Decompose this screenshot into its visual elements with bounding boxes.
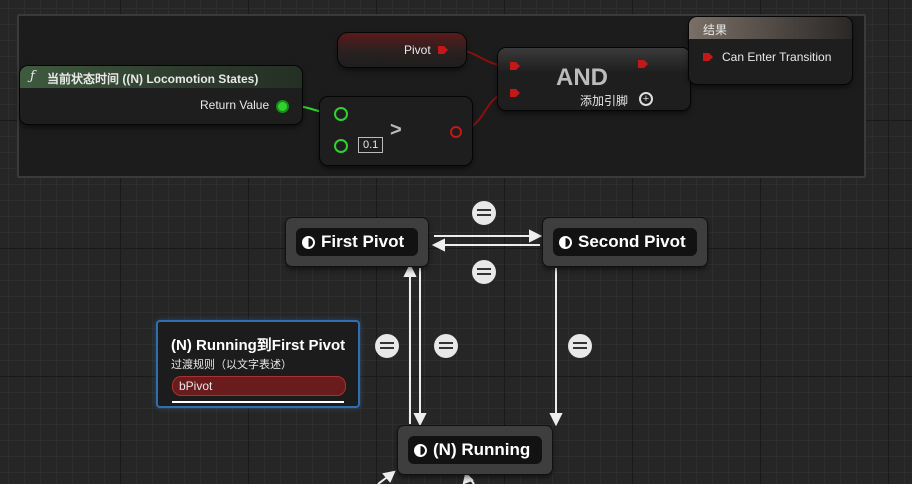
tooltip-title: (N) Running到First Pivot [171, 337, 346, 354]
state-running[interactable]: (N) Running [398, 426, 552, 474]
compare-input-b-pin[interactable] [334, 139, 348, 153]
greater-than-node[interactable]: 0.1 > [320, 97, 472, 165]
bpivot-label: bPivot [179, 379, 213, 393]
result-title: 结果 [703, 23, 728, 37]
tooltip-subtitle: 过渡规则（以文字表述） [171, 359, 292, 371]
state-running-label: (N) Running [433, 440, 531, 459]
transition-tooltip: (N) Running到First Pivot 过渡规则（以文字表述） bPiv… [156, 320, 360, 408]
and-output-pin[interactable] [638, 60, 648, 68]
compare-output-pin[interactable] [450, 126, 462, 138]
pivot-variable-node[interactable]: Pivot [338, 33, 466, 67]
and-node[interactable]: AND 添加引脚 + [498, 48, 690, 110]
and-title: AND [556, 64, 608, 91]
and-input-a-pin[interactable] [510, 62, 520, 70]
transition-rule-icon[interactable] [568, 334, 592, 358]
state-time-function-node[interactable]: ƒ 当前状态时间 ((N) Locomotion States) Return … [20, 66, 302, 124]
pivot-label: Pivot [404, 43, 431, 57]
bpivot-variable-node[interactable]: bPivot [172, 376, 346, 396]
compare-input-b-value[interactable]: 0.1 [358, 137, 384, 153]
can-enter-transition-label: Can Enter Transition [722, 50, 832, 64]
transition-rule-icon[interactable] [472, 201, 496, 225]
add-pin-label[interactable]: 添加引脚 [580, 92, 628, 109]
state-icon [302, 235, 315, 249]
compare-input-a-pin[interactable] [334, 107, 348, 121]
state-second-pivot-label: Second Pivot [578, 232, 686, 251]
and-input-b-pin[interactable] [510, 89, 520, 97]
compare-operator: > [390, 119, 402, 141]
tooltip-underline [172, 401, 344, 403]
state-second-pivot[interactable]: Second Pivot [543, 218, 707, 266]
state-icon [414, 443, 427, 457]
return-value-label: Return Value [200, 98, 270, 112]
plus-icon[interactable]: + [639, 92, 653, 106]
result-node[interactable]: 结果 Can Enter Transition [689, 17, 852, 84]
transition-rule-icon[interactable] [472, 260, 496, 284]
state-first-pivot-label: First Pivot [321, 232, 405, 251]
state-first-pivot[interactable]: First Pivot [286, 218, 428, 266]
state-icon [559, 235, 572, 249]
function-icon: ƒ [30, 69, 35, 84]
transition-rule-icon[interactable] [434, 334, 458, 358]
can-enter-transition-pin[interactable] [703, 53, 713, 61]
function-node-title: 当前状态时间 ((N) Locomotion States) [47, 72, 259, 86]
pivot-output-pin[interactable] [438, 46, 448, 54]
return-value-pin[interactable] [276, 100, 289, 113]
transition-rule-icon[interactable] [375, 334, 399, 358]
